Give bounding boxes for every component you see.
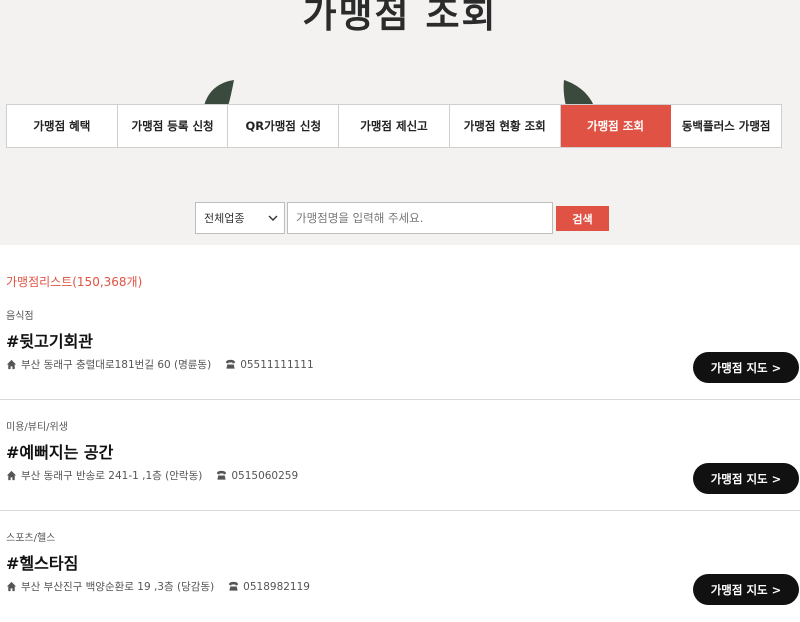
store-name: #예뻐지는 공간: [6, 443, 114, 462]
store-list-item: 음식점 #뒷고기회관 부산 동래구 충렬대로181번길 60 (명륜동) 055…: [0, 307, 800, 400]
leaf-right-decoration: [563, 80, 594, 106]
tab-status[interactable]: 가맹점 현황 조회: [450, 105, 561, 147]
store-list-item: 스포츠/헬스 #헬스타짐 부산 부산진구 백양순환로 19 ,3층 (당감동) …: [0, 529, 800, 622]
store-name: #헬스타짐: [6, 554, 79, 573]
search-input[interactable]: [287, 202, 553, 234]
store-address: 부산 동래구 충렬대로181번길 60 (명륜동): [21, 359, 212, 371]
tab-qr-application[interactable]: QR가맹점 신청: [228, 105, 340, 147]
store-name: #뒷고기회관: [6, 332, 94, 351]
category-select-value: 전체업종: [204, 212, 245, 225]
page-title: 가맹점 조회: [302, 0, 498, 36]
store-category: 미용/뷰티/위생: [6, 422, 68, 433]
store-category: 스포츠/헬스: [6, 533, 56, 544]
store-info: 부산 동래구 충렬대로181번길 60 (명륜동) 05511111111: [6, 357, 314, 372]
home-icon: [6, 359, 17, 370]
phone-icon: [217, 470, 227, 480]
tab-navigation: 가맹점 혜택 가맹점 등록 신청 QR가맹점 신청 가맹점 제신고 가맹점 현황…: [6, 104, 782, 148]
store-category: 음식점: [6, 311, 34, 322]
phone-icon: [226, 359, 236, 369]
chevron-down-icon: [268, 215, 278, 221]
phone-icon: [229, 581, 239, 591]
store-phone-wrap: 0515060259: [216, 470, 298, 482]
tab-report[interactable]: 가맹점 제신고: [339, 105, 450, 147]
tab-benefits[interactable]: 가맹점 혜택: [7, 105, 118, 147]
home-icon: [6, 470, 17, 481]
category-select[interactable]: 전체업종: [195, 202, 285, 234]
tab-store-search[interactable]: 가맹점 조회: [560, 105, 672, 147]
search-bar: 전체업종 검색: [195, 202, 609, 234]
home-icon: [6, 581, 17, 592]
store-phone-wrap: 0518982119: [228, 581, 310, 593]
store-info: 부산 부산진구 백양순환로 19 ,3층 (당감동) 0518982119: [6, 579, 310, 594]
store-map-button[interactable]: 가맹점 지도 >: [693, 574, 799, 605]
store-list-item: 미용/뷰티/위생 #예뻐지는 공간 부산 동래구 반송로 241-1 ,1층 (…: [0, 418, 800, 511]
store-phone-wrap: 05511111111: [225, 359, 314, 371]
leaf-left-decoration: [204, 80, 234, 106]
tab-registration[interactable]: 가맹점 등록 신청: [118, 105, 229, 147]
store-address: 부산 동래구 반송로 241-1 ,1층 (안락동): [21, 470, 203, 482]
store-map-button[interactable]: 가맹점 지도 >: [693, 463, 799, 494]
store-list-count: 가맹점리스트(150,368개): [6, 275, 143, 289]
store-address: 부산 부산진구 백양순환로 19 ,3층 (당감동): [21, 581, 215, 593]
search-button[interactable]: 검색: [556, 206, 609, 231]
tab-dongbaek-plus[interactable]: 동백플러스 가맹점: [671, 105, 781, 147]
store-phone: 0515060259: [231, 469, 299, 482]
store-map-button[interactable]: 가맹점 지도 >: [693, 352, 799, 383]
store-phone: 05511111111: [240, 358, 314, 371]
store-phone: 0518982119: [243, 580, 310, 593]
store-info: 부산 동래구 반송로 241-1 ,1층 (안락동) 0515060259: [6, 468, 298, 483]
